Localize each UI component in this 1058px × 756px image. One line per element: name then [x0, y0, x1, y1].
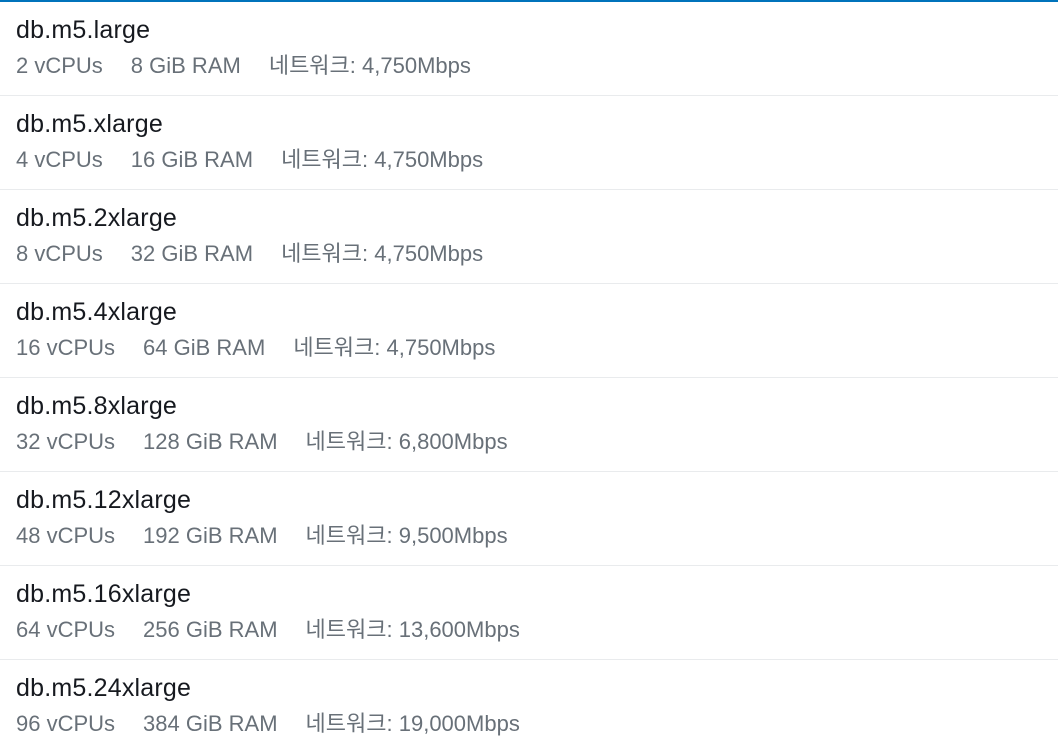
ram-spec: 256 GiB RAM — [143, 617, 278, 642]
instance-option-specs: 8 vCPUs 32 GiB RAM 네트워크: 4,750Mbps — [16, 237, 1058, 271]
instance-option-name: db.m5.xlarge — [16, 110, 163, 138]
instance-option-db-m5-24xlarge[interactable]: db.m5.24xlarge 96 vCPUs 384 GiB RAM 네트워크: … — [0, 660, 1058, 754]
vcpu-spec: 8 vCPUs — [16, 241, 103, 266]
instance-option-specs: 48 vCPUs 192 GiB RAM 네트워크: 9,500Mbps — [16, 519, 1058, 553]
vcpu-spec: 64 vCPUs — [16, 617, 116, 642]
ram-spec: 32 GiB RAM — [130, 241, 254, 266]
vcpu-spec: 96 vCPUs — [16, 711, 116, 736]
network-spec: 네트워크: 4,750Mbps — [293, 335, 496, 360]
ram-spec: 128 GiB RAM — [143, 429, 278, 454]
network-spec: 네트워크: 4,750Mbps — [268, 53, 471, 78]
ram-spec: 8 GiB RAM — [130, 53, 241, 78]
vcpu-spec: 16 vCPUs — [16, 335, 116, 360]
network-spec: 네트워크: 4,750Mbps — [281, 241, 484, 266]
network-spec: 네트워크: 9,500Mbps — [305, 523, 508, 548]
instance-option-specs: 96 vCPUs 384 GiB RAM 네트워크: 19,000Mbps — [16, 707, 1058, 741]
instance-option-name: db.m5.24xlarge — [16, 674, 192, 702]
instance-option-name: db.m5.2xlarge — [16, 204, 178, 232]
instance-option-db-m5-large[interactable]: db.m5.large 2 vCPUs 8 GiB RAM 네트워크: 4,750M… — [0, 2, 1058, 96]
instance-option-name: db.m5.8xlarge — [16, 392, 178, 420]
network-spec: 네트워크: 6,800Mbps — [305, 429, 508, 454]
vcpu-spec: 48 vCPUs — [16, 523, 116, 548]
instance-option-name: db.m5.12xlarge — [16, 486, 192, 514]
instance-option-specs: 64 vCPUs 256 GiB RAM 네트워크: 13,600Mbps — [16, 613, 1058, 647]
instance-option-specs: 4 vCPUs 16 GiB RAM 네트워크: 4,750Mbps — [16, 143, 1058, 177]
instance-option-db-m5-16xlarge[interactable]: db.m5.16xlarge 64 vCPUs 256 GiB RAM 네트워크: … — [0, 566, 1058, 660]
instance-option-db-m5-4xlarge[interactable]: db.m5.4xlarge 16 vCPUs 64 GiB RAM 네트워크: 4,… — [0, 284, 1058, 378]
instance-option-db-m5-xlarge[interactable]: db.m5.xlarge 4 vCPUs 16 GiB RAM 네트워크: 4,75… — [0, 96, 1058, 190]
ram-spec: 64 GiB RAM — [143, 335, 266, 360]
vcpu-spec: 2 vCPUs — [16, 53, 103, 78]
instance-option-specs: 2 vCPUs 8 GiB RAM 네트워크: 4,750Mbps — [16, 49, 1058, 83]
ram-spec: 384 GiB RAM — [143, 711, 278, 736]
instance-option-name: db.m5.4xlarge — [16, 298, 178, 326]
vcpu-spec: 32 vCPUs — [16, 429, 116, 454]
instance-option-specs: 16 vCPUs 64 GiB RAM 네트워크: 4,750Mbps — [16, 331, 1058, 365]
instance-option-db-m5-2xlarge[interactable]: db.m5.2xlarge 8 vCPUs 32 GiB RAM 네트워크: 4,7… — [0, 190, 1058, 284]
instance-option-name: db.m5.large — [16, 16, 151, 44]
network-spec: 네트워크: 19,000Mbps — [305, 711, 520, 736]
ram-spec: 192 GiB RAM — [143, 523, 278, 548]
instance-option-specs: 32 vCPUs 128 GiB RAM 네트워크: 6,800Mbps — [16, 425, 1058, 459]
vcpu-spec: 4 vCPUs — [16, 147, 103, 172]
instance-class-dropdown-list: db.m5.large 2 vCPUs 8 GiB RAM 네트워크: 4,750M… — [0, 2, 1058, 754]
instance-option-db-m5-12xlarge[interactable]: db.m5.12xlarge 48 vCPUs 192 GiB RAM 네트워크: … — [0, 472, 1058, 566]
network-spec: 네트워크: 4,750Mbps — [281, 147, 484, 172]
instance-option-name: db.m5.16xlarge — [16, 580, 192, 608]
network-spec: 네트워크: 13,600Mbps — [305, 617, 520, 642]
ram-spec: 16 GiB RAM — [130, 147, 254, 172]
instance-option-db-m5-8xlarge[interactable]: db.m5.8xlarge 32 vCPUs 128 GiB RAM 네트워크: 6… — [0, 378, 1058, 472]
